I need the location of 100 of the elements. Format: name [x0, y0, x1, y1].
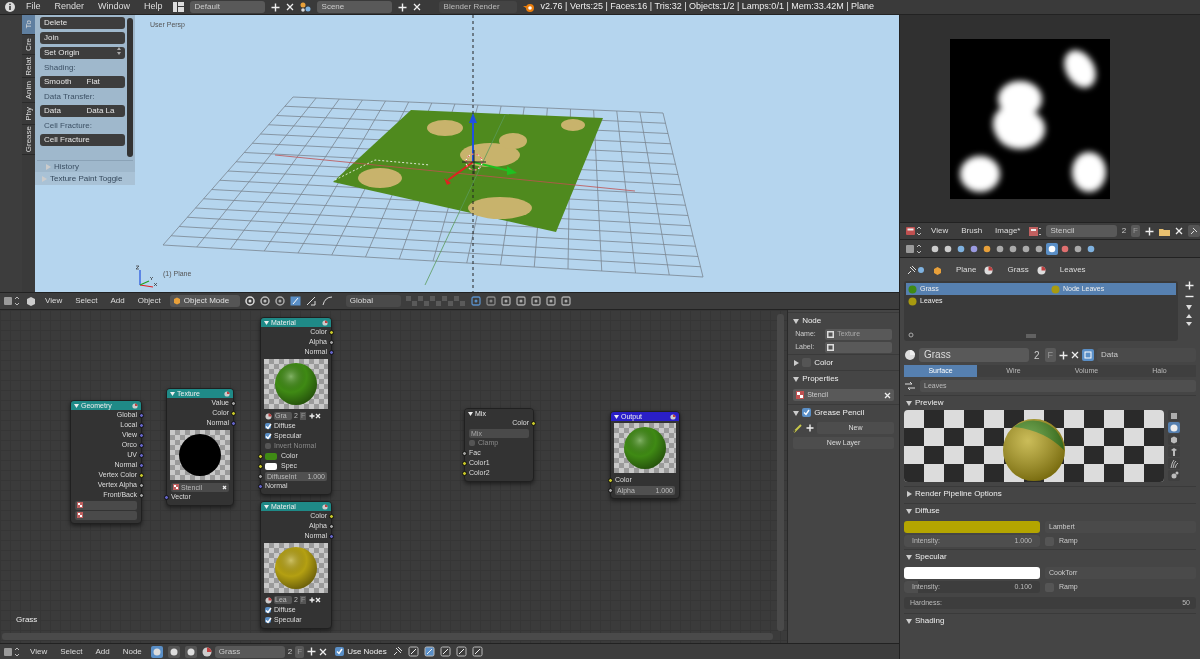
menu-item[interactable]: Add	[91, 645, 114, 658]
node-socket[interactable]	[164, 495, 169, 500]
tool-button[interactable]: Cell Fracture	[40, 134, 125, 146]
scene-icon[interactable]	[299, 2, 311, 12]
close-icon[interactable]	[884, 391, 891, 399]
shading-mode-icon[interactable]	[259, 296, 270, 306]
preview-shape-icon[interactable]	[1168, 422, 1180, 433]
menu-item[interactable]: View	[41, 295, 67, 307]
add-icon[interactable]	[397, 2, 407, 12]
menu-item[interactable]: Brush	[957, 225, 987, 237]
panel-header[interactable]: Node	[788, 312, 899, 328]
preview-shape-icon[interactable]	[1168, 434, 1180, 445]
checkbox[interactable]	[335, 647, 345, 656]
menu-item[interactable]: View	[26, 645, 52, 658]
add-icon[interactable]	[307, 647, 317, 656]
expand-triangle-icon[interactable]	[906, 491, 912, 497]
close-icon[interactable]	[315, 413, 322, 419]
menu-item[interactable]: Help	[140, 0, 167, 14]
panel-header[interactable]: Color	[788, 354, 899, 370]
node-socket[interactable]	[329, 340, 334, 345]
collapse-triangle-icon[interactable]	[906, 400, 912, 406]
node-socket[interactable]	[531, 421, 536, 426]
node-socket[interactable]	[139, 483, 144, 488]
close-icon[interactable]	[315, 597, 322, 603]
editor-type-icon[interactable]	[905, 243, 923, 254]
color-swatch[interactable]	[265, 462, 277, 470]
collapse-triangle-icon[interactable]	[906, 618, 912, 624]
toolshelf-tab[interactable]: Anim	[22, 78, 35, 103]
node-socket[interactable]	[139, 413, 144, 418]
node-socket[interactable]	[329, 350, 334, 355]
editor-type-icon[interactable]	[3, 296, 21, 306]
menu-item[interactable]: File	[22, 0, 45, 14]
close-icon[interactable]	[1175, 227, 1183, 235]
toolbar-icon[interactable]	[545, 296, 556, 306]
checkbox[interactable]	[265, 617, 271, 623]
operator-toggle-icon[interactable]	[41, 175, 47, 182]
tool-button[interactable]: Smooth	[40, 76, 83, 88]
tool-button[interactable]: Data	[40, 105, 83, 117]
scrollbar[interactable]	[2, 633, 774, 640]
node-socket[interactable]	[329, 534, 334, 539]
collapse-triangle-icon[interactable]	[614, 414, 619, 419]
node-socket[interactable]	[258, 464, 263, 469]
collapse-triangle-icon[interactable]	[906, 554, 912, 560]
checkbox[interactable]	[265, 433, 271, 439]
screen-layout-icon[interactable]	[172, 2, 184, 12]
move-up-icon[interactable]	[1185, 313, 1193, 319]
close-icon[interactable]	[319, 647, 328, 656]
menu-item[interactable]: Select	[56, 645, 87, 658]
arrow-icon[interactable]	[305, 296, 317, 306]
node-socket[interactable]	[462, 461, 467, 466]
close-icon[interactable]	[412, 3, 421, 11]
text-field[interactable]	[825, 342, 892, 353]
add-icon[interactable]	[1184, 281, 1194, 290]
panel-header[interactable]: Grease Pencil	[788, 404, 899, 420]
toolbar-icon[interactable]	[455, 646, 467, 657]
datablock-field[interactable]	[75, 500, 137, 510]
editor-type-icon[interactable]	[906, 226, 922, 236]
screen-layout-field[interactable]: Default	[189, 1, 265, 13]
shader-type-icon[interactable]	[184, 645, 197, 658]
material-field[interactable]: Grass	[214, 645, 285, 658]
toolbar-icon[interactable]	[560, 296, 571, 306]
tool-button[interactable]: Flat	[82, 76, 125, 88]
toolshelf-tab[interactable]: Cre	[22, 35, 35, 55]
toolbar-icon[interactable]	[439, 646, 451, 657]
tool-button[interactable]: Data La	[82, 105, 125, 117]
toolshelf-tab[interactable]: Grease	[22, 125, 35, 155]
menu-arrow-icon[interactable]	[1185, 303, 1193, 311]
material-ball-icon[interactable]	[904, 349, 916, 361]
close-icon[interactable]	[285, 3, 294, 11]
menu-item[interactable]: Window	[94, 0, 135, 14]
material-field[interactable]: Grass	[919, 348, 1029, 362]
add-icon[interactable]	[806, 424, 815, 432]
node-socket[interactable]	[608, 488, 613, 493]
editor-type-icon[interactable]	[3, 646, 21, 657]
panel-header[interactable]: Specular	[904, 549, 1196, 564]
add-icon[interactable]	[270, 2, 280, 12]
add-icon[interactable]	[309, 413, 316, 419]
node-socket[interactable]	[231, 421, 236, 426]
image-field[interactable]: Stencil	[1046, 225, 1117, 237]
preview-shape-icon[interactable]	[1168, 458, 1180, 469]
tool-button[interactable]: Delete	[40, 17, 125, 29]
node-socket[interactable]	[329, 514, 334, 519]
toolbar-icon[interactable]	[407, 646, 419, 657]
set-origin-dropdown[interactable]: Set Origin	[40, 47, 125, 59]
toolshelf-tab[interactable]: Relat	[22, 55, 35, 78]
mode-dropdown[interactable]: Object Mode	[169, 295, 240, 307]
toolbar-icon[interactable]	[515, 296, 526, 306]
scene-field[interactable]: Scene	[316, 1, 392, 13]
checkbox[interactable]	[265, 607, 271, 613]
material-ball-icon[interactable]	[265, 596, 272, 604]
image-icon[interactable]	[1029, 225, 1042, 237]
panel-header[interactable]: Properties	[788, 370, 899, 386]
expand-triangle-icon[interactable]	[793, 359, 800, 366]
data-link-dropdown[interactable]: Data	[1097, 348, 1196, 362]
toolbar-icon[interactable]	[471, 646, 483, 657]
properties-tab-icon[interactable]	[1046, 242, 1058, 255]
node-socket[interactable]	[258, 454, 263, 459]
menu-item[interactable]: Image*	[991, 225, 1025, 237]
close-icon[interactable]	[222, 484, 227, 490]
pin-icon[interactable]	[907, 265, 925, 275]
